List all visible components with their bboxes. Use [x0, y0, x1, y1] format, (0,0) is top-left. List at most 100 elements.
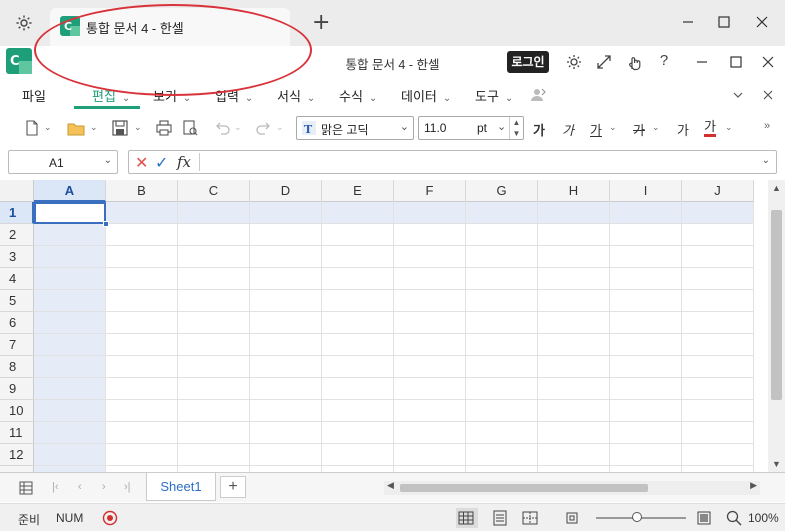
column-header-c[interactable]: C	[178, 180, 250, 202]
scroll-right-icon[interactable]: ▶	[750, 480, 757, 491]
cell-c3[interactable]	[178, 246, 250, 268]
cell-j4[interactable]	[682, 268, 754, 290]
login-button[interactable]: 로그인	[507, 51, 549, 73]
cell-i3[interactable]	[610, 246, 682, 268]
formula-input[interactable]: ✕ ✓ fx ⌄	[128, 150, 777, 174]
row-header-6[interactable]: 6	[0, 312, 34, 334]
cell-j2[interactable]	[682, 224, 754, 246]
cell-g6[interactable]	[466, 312, 538, 334]
cell-i10[interactable]	[610, 400, 682, 422]
app-close-icon[interactable]	[758, 52, 778, 72]
font-size-select[interactable]: 11.0 pt ⌄ ▲ ▼	[418, 116, 524, 140]
font-size-spinner[interactable]: ▲ ▼	[509, 117, 523, 139]
menu-view[interactable]: 보기 ⌄	[153, 86, 191, 105]
cell-c10[interactable]	[178, 400, 250, 422]
cell-d5[interactable]	[250, 290, 322, 312]
name-box[interactable]: A1 ⌄	[8, 150, 118, 174]
cell-e3[interactable]	[322, 246, 394, 268]
cell-f2[interactable]	[394, 224, 466, 246]
cell-b2[interactable]	[106, 224, 178, 246]
cell-e2[interactable]	[322, 224, 394, 246]
strikethrough-button[interactable]: 가	[633, 120, 645, 139]
cell-b4[interactable]	[106, 268, 178, 290]
cell-h7[interactable]	[538, 334, 610, 356]
close-icon[interactable]	[750, 10, 774, 34]
row-header-9[interactable]: 9	[0, 378, 34, 400]
row-header-4[interactable]: 4	[0, 268, 34, 290]
cell-a8[interactable]	[34, 356, 106, 378]
row-header-5[interactable]: 5	[0, 290, 34, 312]
cell-a2[interactable]	[34, 224, 106, 246]
font-name-select[interactable]: T 맑은 고딕 ⌄	[296, 116, 414, 140]
full-screen-icon[interactable]	[694, 508, 716, 528]
zoom-level[interactable]: 100%	[748, 511, 779, 525]
undo-icon[interactable]	[212, 118, 232, 138]
cell-e8[interactable]	[322, 356, 394, 378]
cell-b11[interactable]	[106, 422, 178, 444]
font-color-button[interactable]: 가	[704, 120, 716, 137]
bold-button[interactable]: 가	[533, 120, 545, 139]
scrollbar-thumb[interactable]	[771, 210, 782, 400]
settings-gear-icon[interactable]	[14, 13, 34, 33]
cell-g7[interactable]	[466, 334, 538, 356]
cell-h10[interactable]	[538, 400, 610, 422]
row-header-7[interactable]: 7	[0, 334, 34, 356]
row-header-8[interactable]: 8	[0, 356, 34, 378]
cell-e12[interactable]	[322, 444, 394, 466]
cell-c6[interactable]	[178, 312, 250, 334]
minimize-icon[interactable]	[676, 10, 700, 34]
sheet-tab[interactable]: Sheet1	[146, 473, 216, 501]
cell-c7[interactable]	[178, 334, 250, 356]
new-document-icon[interactable]	[22, 118, 42, 138]
cell-a3[interactable]	[34, 246, 106, 268]
cell-i4[interactable]	[610, 268, 682, 290]
cell-d3[interactable]	[250, 246, 322, 268]
column-header-g[interactable]: G	[466, 180, 538, 202]
cell-b3[interactable]	[106, 246, 178, 268]
print-icon[interactable]	[154, 118, 174, 138]
cell-j10[interactable]	[682, 400, 754, 422]
print-preview-icon[interactable]	[180, 118, 200, 138]
first-sheet-icon[interactable]: |‹	[52, 481, 59, 493]
cell-f3[interactable]	[394, 246, 466, 268]
document-tab[interactable]: C 통합 문서 4 - 한셀	[50, 8, 290, 46]
column-header-e[interactable]: E	[322, 180, 394, 202]
insert-function-icon[interactable]: fx	[177, 153, 191, 171]
row-header-11[interactable]: 11	[0, 422, 34, 444]
cell-d6[interactable]	[250, 312, 322, 334]
column-header-a[interactable]: A	[34, 180, 106, 202]
cell-i7[interactable]	[610, 334, 682, 356]
cell-g12[interactable]	[466, 444, 538, 466]
cell-a9[interactable]	[34, 378, 106, 400]
cell-h5[interactable]	[538, 290, 610, 312]
cell-j7[interactable]	[682, 334, 754, 356]
maximize-icon[interactable]	[712, 10, 736, 34]
cell-b6[interactable]	[106, 312, 178, 334]
cell-i12[interactable]	[610, 444, 682, 466]
cell-g9[interactable]	[466, 378, 538, 400]
cell-f4[interactable]	[394, 268, 466, 290]
user-share-icon[interactable]	[528, 85, 548, 105]
cell-e7[interactable]	[322, 334, 394, 356]
cell-g1[interactable]	[466, 202, 538, 224]
chevron-down-icon[interactable]: ⌄	[90, 122, 98, 133]
menu-file[interactable]: 파일	[22, 86, 46, 105]
cell-g2[interactable]	[466, 224, 538, 246]
cell-j6[interactable]	[682, 312, 754, 334]
cell-f6[interactable]	[394, 312, 466, 334]
cell-e6[interactable]	[322, 312, 394, 334]
scroll-down-icon[interactable]: ▼	[772, 459, 781, 469]
cell-g3[interactable]	[466, 246, 538, 268]
page-break-view-icon[interactable]	[520, 508, 542, 528]
menu-format[interactable]: 서식 ⌄	[277, 86, 315, 105]
cell-d10[interactable]	[250, 400, 322, 422]
row-header-3[interactable]: 3	[0, 246, 34, 268]
chevron-down-icon[interactable]: ⌄	[652, 122, 660, 133]
menu-insert[interactable]: 입력 ⌄	[215, 86, 253, 105]
fill-handle[interactable]	[103, 221, 109, 227]
cell-g11[interactable]	[466, 422, 538, 444]
cell-a11[interactable]	[34, 422, 106, 444]
cell-h2[interactable]	[538, 224, 610, 246]
zoom-slider-knob[interactable]	[632, 512, 642, 522]
cell-b5[interactable]	[106, 290, 178, 312]
